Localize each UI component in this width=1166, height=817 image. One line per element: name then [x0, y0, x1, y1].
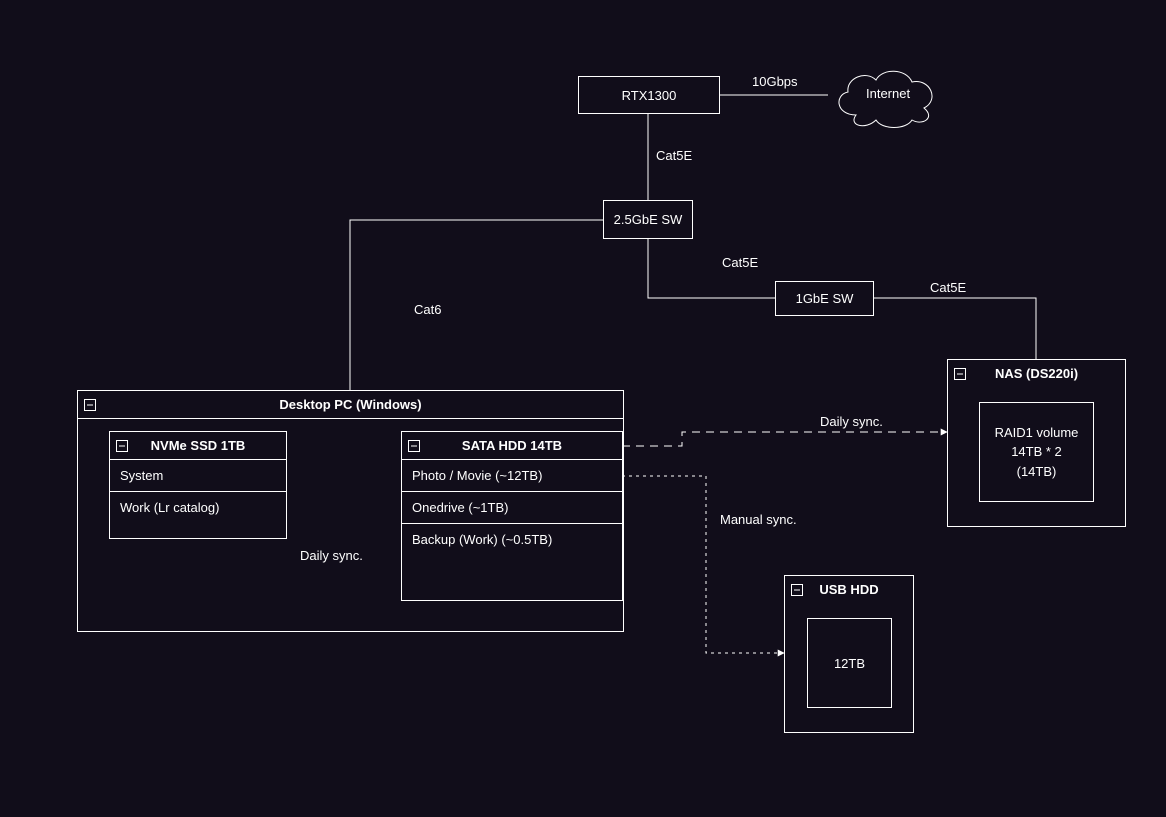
- node-internet[interactable]: Internet: [826, 60, 944, 130]
- usbhdd-volume-label: 12TB: [834, 656, 865, 671]
- sata-title-bar: SATA HDD 14TB: [402, 432, 622, 460]
- usbhdd-title-bar: USB HDD: [785, 576, 913, 603]
- node-nvme-ssd[interactable]: NVMe SSD 1TB System Work (Lr catalog): [109, 431, 287, 539]
- node-switch-1gbe[interactable]: 1GbE SW: [775, 281, 874, 316]
- switch1-label: 1GbE SW: [796, 291, 854, 306]
- collapse-icon[interactable]: [116, 440, 128, 452]
- edge-label-router-switch25: Cat5E: [656, 148, 692, 163]
- nas-title-bar: NAS (DS220i): [948, 360, 1125, 387]
- nas-title: NAS (DS220i): [995, 366, 1078, 381]
- node-sata-hdd[interactable]: SATA HDD 14TB Photo / Movie (~12TB) Oned…: [401, 431, 623, 601]
- edge-label-nvme-sata: Daily sync.: [300, 548, 363, 563]
- nvme-row-work: Work (Lr catalog): [110, 491, 286, 523]
- collapse-icon[interactable]: [408, 440, 420, 452]
- nvme-title-bar: NVMe SSD 1TB: [110, 432, 286, 460]
- nvme-row-system: System: [110, 460, 286, 491]
- collapse-icon[interactable]: [791, 584, 803, 596]
- switch25-label: 2.5GbE SW: [614, 212, 683, 227]
- usbhdd-title: USB HDD: [819, 582, 878, 597]
- internet-label: Internet: [866, 86, 910, 101]
- diagram-canvas: RTX1300 Internet 2.5GbE SW 1GbE SW Deskt…: [0, 0, 1166, 817]
- sata-row-onedrive: Onedrive (~1TB): [402, 491, 622, 523]
- sata-row-backup: Backup (Work) (~0.5TB): [402, 523, 622, 555]
- node-nas[interactable]: NAS (DS220i) RAID1 volume 14TB * 2 (14TB…: [947, 359, 1126, 527]
- nas-volume-label: RAID1 volume 14TB * 2 (14TB): [995, 423, 1079, 482]
- nvme-title: NVMe SSD 1TB: [151, 438, 246, 453]
- router-label: RTX1300: [622, 88, 677, 103]
- edge-label-sata-usbhdd: Manual sync.: [720, 512, 797, 527]
- node-router[interactable]: RTX1300: [578, 76, 720, 114]
- collapse-icon[interactable]: [954, 368, 966, 380]
- edge-label-router-internet: 10Gbps: [752, 74, 798, 89]
- sata-row-photo: Photo / Movie (~12TB): [402, 460, 622, 491]
- desktop-title-bar: Desktop PC (Windows): [78, 391, 623, 419]
- desktop-title: Desktop PC (Windows): [279, 397, 421, 412]
- node-switch-2-5gbe[interactable]: 2.5GbE SW: [603, 200, 693, 239]
- nas-volume[interactable]: RAID1 volume 14TB * 2 (14TB): [979, 402, 1094, 502]
- usbhdd-volume[interactable]: 12TB: [807, 618, 892, 708]
- edge-label-switch25-desktop: Cat6: [414, 302, 441, 317]
- node-desktop-pc[interactable]: Desktop PC (Windows) NVMe SSD 1TB System…: [77, 390, 624, 632]
- collapse-icon[interactable]: [84, 399, 96, 411]
- edge-label-switch1-nas: Cat5E: [930, 280, 966, 295]
- edge-label-sata-nas: Daily sync.: [820, 414, 883, 429]
- node-usb-hdd[interactable]: USB HDD 12TB: [784, 575, 914, 733]
- sata-title: SATA HDD 14TB: [462, 438, 562, 453]
- edge-label-switch25-switch1: Cat5E: [722, 255, 758, 270]
